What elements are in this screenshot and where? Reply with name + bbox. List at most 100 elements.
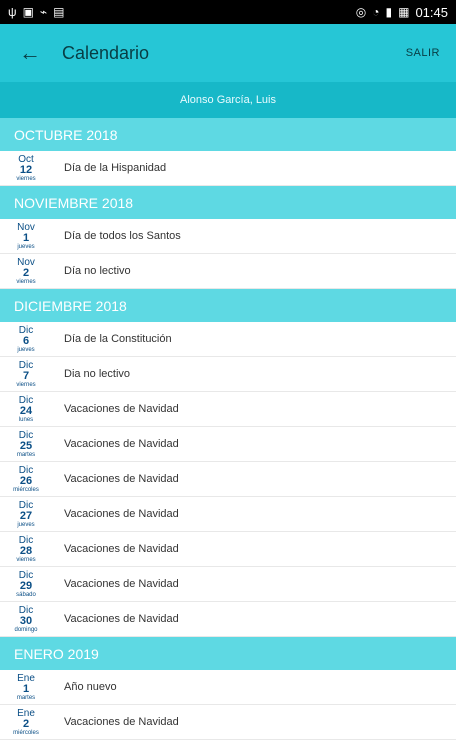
event-title: Vacaciones de Navidad — [64, 613, 179, 625]
event-month: Dic — [18, 604, 34, 616]
event-weekday: lunes — [18, 416, 34, 423]
event-weekday: miércoles — [13, 729, 39, 736]
signal-icon: ◎ — [355, 5, 367, 19]
event-date: Dic 30 domingo — [2, 604, 50, 633]
calendar-event-row[interactable]: Nov 2 viernes Día no lectivo — [0, 254, 456, 289]
event-weekday: jueves — [17, 346, 35, 353]
document-icon: ▤ — [53, 5, 65, 19]
event-month: Dic — [18, 499, 34, 511]
page-title: Calendario — [62, 42, 150, 63]
calendar-event-row[interactable]: Dic 24 lunes Vacaciones de Navidad — [0, 392, 456, 427]
event-weekday: viernes — [16, 278, 36, 285]
event-title: Vacaciones de Navidad — [64, 403, 179, 415]
event-weekday: viernes — [16, 556, 36, 563]
event-title: Vacaciones de Navidad — [64, 473, 179, 485]
month-section-header: DICIEMBRE 2018 — [0, 289, 456, 322]
calendar-event-row[interactable]: Dic 30 domingo Vacaciones de Navidad — [0, 602, 456, 637]
calendar-event-row[interactable]: Dic 25 martes Vacaciones de Navidad — [0, 427, 456, 462]
event-day: 12 — [19, 163, 33, 176]
event-date: Dic 27 jueves — [2, 499, 50, 528]
event-day: 27 — [19, 509, 33, 522]
calendar-event-row[interactable]: Dic 27 jueves Vacaciones de Navidad — [0, 497, 456, 532]
battery-charge-icon: ⌁ — [39, 5, 48, 19]
calendar-event-row[interactable]: Ene 2 miércoles Vacaciones de Navidad — [0, 705, 456, 740]
user-name: Alonso García, Luis — [180, 94, 276, 106]
app-bar: ← Calendario SALIR — [0, 24, 456, 82]
month-section-header: NOVIEMBRE 2018 — [0, 186, 456, 219]
event-day: 25 — [19, 439, 33, 452]
event-date: Dic 26 miércoles — [2, 464, 50, 493]
wifi-icon: ◔ — [372, 5, 380, 19]
event-month: Dic — [18, 464, 34, 476]
event-weekday: domingo — [14, 626, 38, 633]
user-name-bar: Alonso García, Luis — [0, 82, 456, 118]
event-month: Nov — [17, 256, 35, 268]
event-title: Día de todos los Santos — [64, 230, 181, 242]
event-day: 26 — [19, 474, 33, 487]
event-weekday: jueves — [17, 521, 35, 528]
event-weekday: viernes — [16, 381, 36, 388]
event-date: Dic 28 viernes — [2, 534, 50, 563]
event-date: Nov 1 jueves — [2, 221, 50, 250]
exit-button[interactable]: SALIR — [406, 47, 440, 59]
calendar-event-row[interactable]: Dic 28 viernes Vacaciones de Navidad — [0, 532, 456, 567]
event-month: Dic — [18, 429, 34, 441]
event-day: 1 — [22, 682, 30, 695]
event-weekday: viernes — [16, 175, 36, 182]
status-right: ◎ ◔ ▮ ▦ 01:45 — [356, 5, 448, 20]
battery-icon: ▦ — [398, 5, 410, 19]
event-date: Ene 1 martes — [2, 673, 50, 701]
calendar-list: OCTUBRE 2018 Oct 12 viernes Día de la Hispan… — [0, 118, 456, 740]
event-weekday: sábado — [16, 591, 36, 598]
back-arrow-icon[interactable]: ← — [16, 39, 44, 67]
event-date: Ene 2 miércoles — [2, 707, 50, 736]
event-title: Vacaciones de Navidad — [64, 716, 179, 728]
event-month: Dic — [18, 569, 34, 581]
event-month: Dic — [18, 359, 34, 371]
event-title: Vacaciones de Navidad — [64, 508, 179, 520]
status-left: ψ ▣ ⌁ ▤ — [8, 6, 64, 18]
event-month: Dic — [18, 324, 34, 336]
event-day: 29 — [19, 579, 33, 592]
event-title: Vacaciones de Navidad — [64, 578, 179, 590]
event-date: Oct 12 viernes — [2, 154, 50, 182]
event-weekday: martes — [16, 451, 36, 458]
calendar-event-row[interactable]: Dic 26 miércoles Vacaciones de Navidad — [0, 462, 456, 497]
month-section-header: ENERO 2019 — [0, 637, 456, 670]
event-month: Nov — [17, 221, 35, 233]
event-day: 7 — [22, 369, 30, 382]
status-bar: ψ ▣ ⌁ ▤ ◎ ◔ ▮ ▦ 01:45 — [0, 0, 456, 24]
event-day: 1 — [22, 231, 30, 244]
calendar-event-row[interactable]: Dic 6 jueves Día de la Constitución — [0, 322, 456, 357]
event-weekday: martes — [16, 694, 36, 701]
usb-icon: ψ — [8, 5, 17, 19]
event-date: Dic 6 jueves — [2, 324, 50, 353]
status-time: 01:45 — [415, 4, 448, 20]
event-day: 2 — [22, 266, 30, 279]
event-month: Ene — [17, 707, 35, 719]
event-weekday: miércoles — [13, 486, 39, 493]
event-month: Dic — [18, 534, 34, 546]
event-day: 6 — [22, 334, 30, 347]
event-title: Vacaciones de Navidad — [64, 438, 179, 450]
event-date: Dic 7 viernes — [2, 359, 50, 388]
calendar-event-row[interactable]: Nov 1 jueves Día de todos los Santos — [0, 219, 456, 254]
calendar-event-row[interactable]: Dic 7 viernes Dia no lectivo — [0, 357, 456, 392]
event-date: Nov 2 viernes — [2, 256, 50, 285]
cell-signal-icon: ▮ — [385, 5, 393, 19]
event-title: Dia no lectivo — [64, 368, 131, 380]
month-section-header: OCTUBRE 2018 — [0, 118, 456, 151]
event-weekday: jueves — [17, 243, 35, 250]
event-day: 30 — [19, 614, 33, 627]
event-month: Dic — [18, 394, 34, 406]
calendar-event-row[interactable]: Dic 29 sábado Vacaciones de Navidad — [0, 567, 456, 602]
event-day: 24 — [19, 404, 33, 417]
image-icon: ▣ — [22, 5, 34, 19]
calendar-event-row[interactable]: Ene 1 martes Año nuevo — [0, 670, 456, 705]
event-title: Día de la Constitución — [64, 333, 172, 345]
event-date: Dic 29 sábado — [2, 569, 50, 598]
calendar-event-row[interactable]: Oct 12 viernes Día de la Hispanidad — [0, 151, 456, 186]
event-title: Día no lectivo — [64, 265, 131, 277]
event-day: 28 — [19, 544, 33, 557]
event-date: Dic 24 lunes — [2, 394, 50, 423]
